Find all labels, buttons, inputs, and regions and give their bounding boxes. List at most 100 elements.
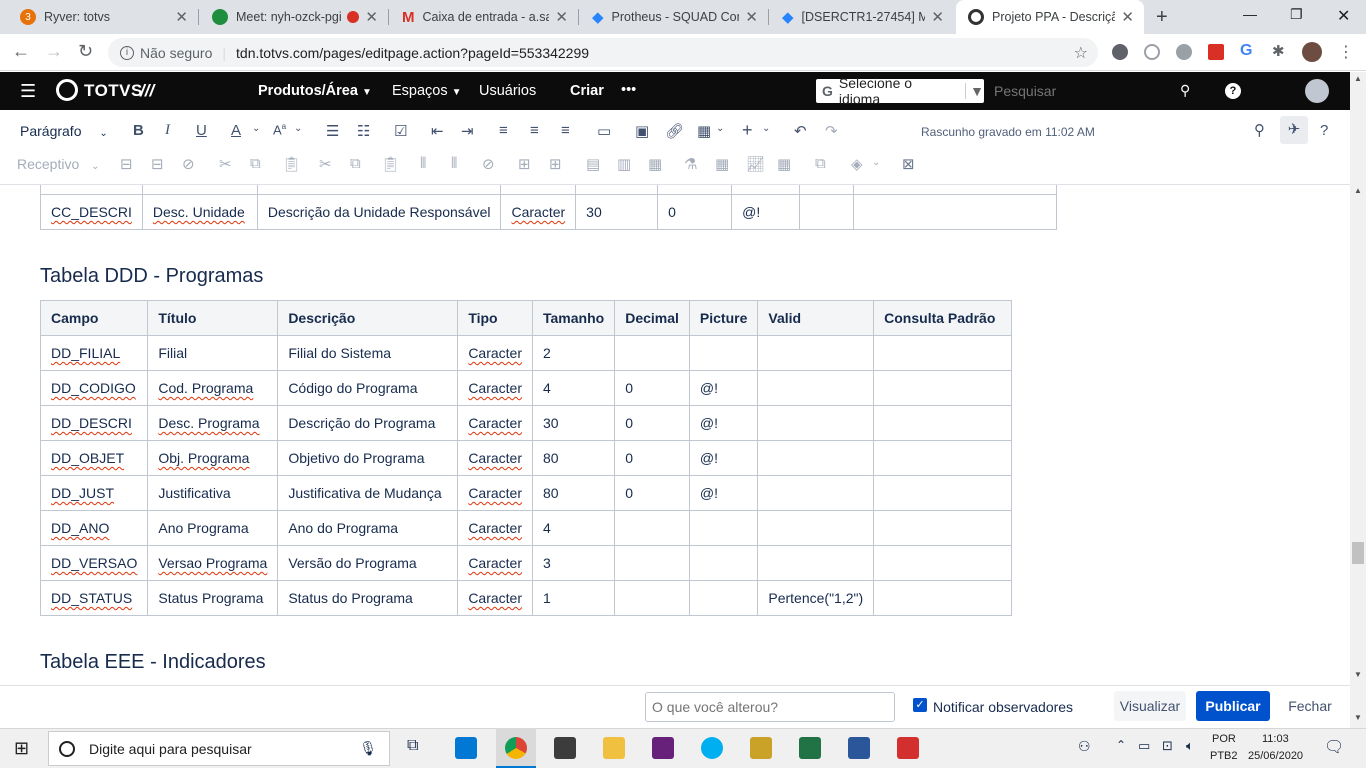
cut-icon[interactable]: ✂ bbox=[319, 155, 332, 173]
browser-tab[interactable]: ◆ [DSERCTR1-27454] MC ✕ bbox=[770, 0, 954, 34]
word-icon[interactable] bbox=[848, 737, 870, 759]
tray-chevron-icon[interactable]: ⌃ bbox=[1116, 738, 1126, 752]
skype-icon[interactable] bbox=[701, 737, 723, 759]
close-tab-icon[interactable]: ✕ bbox=[1121, 8, 1134, 26]
numbered-list-icon[interactable]: ☷ bbox=[357, 122, 370, 140]
change-comment-input[interactable] bbox=[645, 692, 895, 722]
column-insert-before-icon[interactable]: ⫴ bbox=[420, 155, 426, 172]
more-icon[interactable]: ••• bbox=[621, 82, 636, 98]
browser-tab-active[interactable]: Projeto PPA - Descrição ✕ bbox=[956, 0, 1144, 34]
bullet-list-icon[interactable]: ☰ bbox=[326, 122, 339, 140]
align-right-icon[interactable]: ≡ bbox=[561, 122, 570, 139]
scroll-down-icon[interactable]: ▼ bbox=[1354, 670, 1362, 679]
window-close-icon[interactable]: ✕ bbox=[1337, 6, 1350, 26]
terminal-icon[interactable] bbox=[554, 737, 576, 759]
browser-tab[interactable]: 3 Ryver: totvs ✕ bbox=[8, 0, 198, 34]
battery-icon[interactable]: ▭ bbox=[1138, 738, 1150, 754]
acrobat-icon[interactable] bbox=[897, 737, 919, 759]
table-copy-icon[interactable]: ⧉ bbox=[815, 155, 826, 172]
row-insert-below-icon[interactable]: ⊟ bbox=[151, 155, 164, 173]
scrollbar-thumb[interactable] bbox=[1352, 542, 1364, 564]
close-tab-icon[interactable]: ✕ bbox=[745, 8, 758, 26]
browser-tab[interactable]: ◆ Protheus - SQUAD Cont ✕ bbox=[580, 0, 768, 34]
profile-avatar[interactable] bbox=[1302, 42, 1322, 62]
paragraph-format-select[interactable]: Parágrafo ⌄ bbox=[20, 123, 108, 139]
split-cell-icon[interactable]: ⊞ bbox=[549, 155, 562, 173]
language-select[interactable]: G Selecione o idioma ▼ bbox=[816, 75, 984, 107]
nav-produtos[interactable]: Produtos/Área ▼ bbox=[258, 83, 372, 99]
align-left-icon[interactable]: ≡ bbox=[499, 122, 508, 139]
page-scrollbar[interactable]: ▲ ▲ ▼ ▼ bbox=[1350, 72, 1366, 728]
sync-tool-icon[interactable] bbox=[750, 737, 772, 759]
file-explorer-icon[interactable] bbox=[603, 737, 625, 759]
browser-tab[interactable]: M Caixa de entrada - a.san ✕ bbox=[390, 0, 578, 34]
back-icon[interactable]: ← bbox=[12, 41, 30, 62]
help-icon[interactable]: ? bbox=[1225, 83, 1241, 99]
volume-icon[interactable]: 🔈︎ bbox=[1186, 738, 1194, 754]
extension-icon[interactable] bbox=[1208, 44, 1224, 60]
copy-icon[interactable]: ⧉ bbox=[350, 155, 361, 172]
windows-start-icon[interactable]: ⊞ bbox=[14, 738, 29, 759]
task-list-icon[interactable]: ☑ bbox=[394, 122, 407, 140]
visual-studio-icon[interactable] bbox=[652, 737, 674, 759]
column-insert-after-icon[interactable]: ⫴ bbox=[451, 155, 457, 172]
heading-row-icon[interactable]: ▤ bbox=[586, 155, 600, 173]
link-icon[interactable]: 🔗︎ bbox=[665, 122, 684, 140]
paste-icon[interactable]: 📋︎ bbox=[381, 155, 400, 173]
cut-row-icon[interactable]: ✂ bbox=[219, 155, 232, 173]
notify-watchers-checkbox[interactable]: ✓ bbox=[913, 698, 927, 712]
highlight-icon[interactable]: ⚗ bbox=[684, 155, 697, 173]
search-icon[interactable]: ⚲ bbox=[1180, 82, 1190, 99]
user-avatar[interactable] bbox=[1305, 79, 1329, 103]
preview-button[interactable]: Visualizar bbox=[1114, 691, 1186, 721]
notifications-icon[interactable]: 🗨︎ bbox=[1324, 737, 1344, 757]
extension-help-icon[interactable] bbox=[1144, 44, 1160, 60]
italic-icon[interactable]: I bbox=[165, 122, 170, 139]
language-indicator[interactable]: POR bbox=[1212, 733, 1236, 745]
reload-icon[interactable]: ↻ bbox=[78, 41, 93, 62]
network-icon[interactable]: ⊡ bbox=[1162, 738, 1173, 754]
chevron-down-icon[interactable]: ⌄ bbox=[716, 123, 724, 134]
editor-content[interactable]: CC_DESCRI . CC_DESCRI Desc. Unidade Desc… bbox=[0, 185, 1350, 685]
text-color-icon[interactable]: A bbox=[231, 122, 241, 139]
copy-row-icon[interactable]: ⧉ bbox=[250, 155, 261, 172]
page-layout-icon[interactable]: ▭ bbox=[597, 122, 611, 140]
style-select[interactable]: Receptivo ⌄ bbox=[17, 156, 100, 172]
microphone-icon[interactable]: 🎙︎ bbox=[359, 740, 377, 757]
number-column-icon[interactable]: ▦ bbox=[648, 155, 662, 173]
keyboard-shortcuts-help-icon[interactable]: ? bbox=[1320, 122, 1328, 139]
browser-tab[interactable]: Meet: nyh-ozck-pgi ✕ bbox=[200, 0, 388, 34]
close-tab-icon[interactable]: ✕ bbox=[365, 8, 378, 26]
keyboard-indicator[interactable]: PTB2 bbox=[1210, 750, 1238, 762]
chevron-down-icon[interactable]: ⌄ bbox=[762, 123, 770, 134]
extension-icon[interactable] bbox=[1176, 44, 1192, 60]
redo-icon[interactable]: ↷ bbox=[825, 122, 838, 140]
minimize-icon[interactable]: — bbox=[1243, 6, 1257, 22]
chevron-down-icon[interactable]: ⌄ bbox=[872, 157, 880, 168]
people-icon[interactable]: ⚇ bbox=[1078, 738, 1091, 755]
close-tab-icon[interactable]: ✕ bbox=[175, 8, 188, 26]
underline-icon[interactable]: U bbox=[196, 122, 207, 139]
scroll-up-icon[interactable]: ▲ bbox=[1354, 74, 1362, 83]
logo-text[interactable]: TOTVS bbox=[84, 81, 143, 101]
table-add-icon[interactable]: ▦ bbox=[777, 155, 791, 173]
align-center-icon[interactable]: ≡ bbox=[530, 122, 539, 139]
nav-usuarios[interactable]: Usuários bbox=[479, 83, 536, 99]
bold-icon[interactable]: B bbox=[133, 122, 144, 139]
paste-row-icon[interactable]: 📋︎ bbox=[282, 155, 301, 173]
more-formatting-icon[interactable]: Aa bbox=[273, 122, 286, 137]
row-insert-above-icon[interactable]: ⊟ bbox=[120, 155, 133, 173]
clock-time[interactable]: 11:03 bbox=[1262, 733, 1289, 745]
chevron-down-icon[interactable]: ⌄ bbox=[252, 123, 260, 134]
chrome-menu-icon[interactable]: ⋮ bbox=[1338, 42, 1354, 62]
chrome-icon[interactable] bbox=[505, 737, 527, 759]
column-delete-icon[interactable]: ⊘ bbox=[482, 155, 495, 173]
undo-icon[interactable]: ↶ bbox=[794, 122, 807, 140]
scroll-down-icon[interactable]: ▼ bbox=[1354, 713, 1362, 722]
heading-column-icon[interactable]: ▥ bbox=[617, 155, 631, 173]
publish-button[interactable]: Publicar bbox=[1196, 691, 1270, 721]
close-tab-icon[interactable]: ✕ bbox=[555, 8, 568, 26]
table-icon[interactable]: ▦ bbox=[697, 122, 711, 140]
close-tab-icon[interactable]: ✕ bbox=[931, 8, 944, 26]
publish-rocket-icon[interactable]: ✈ bbox=[1280, 116, 1308, 144]
